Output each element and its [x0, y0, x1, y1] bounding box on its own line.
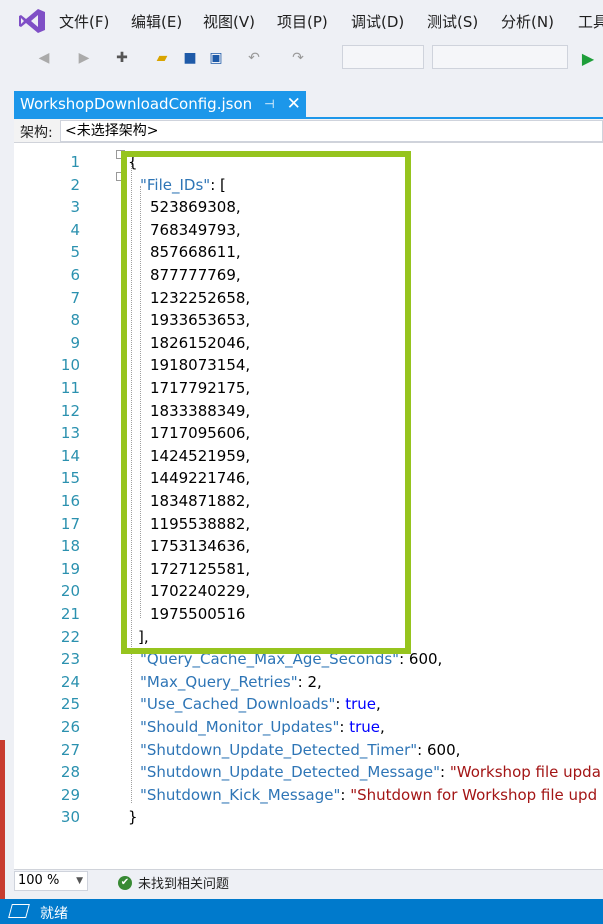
menu-tools[interactable]: 工具	[578, 11, 603, 32]
json-value: 2,	[307, 672, 322, 691]
line-number: 8	[70, 311, 80, 330]
platform-combo[interactable]	[432, 45, 568, 69]
property-line: "Use_Cached_Downloads": true,	[140, 695, 381, 713]
schema-combo[interactable]: <未选择架构>	[60, 120, 603, 142]
line-number: 29	[60, 785, 80, 804]
line-number: 21	[60, 605, 80, 623]
menu-view[interactable]: 视图(V)	[203, 11, 255, 32]
line-number: 15	[60, 469, 80, 488]
menu-test[interactable]: 测试(S)	[427, 11, 478, 32]
line-number: 20	[60, 582, 80, 601]
line-number: 13	[60, 424, 80, 443]
configuration-combo[interactable]	[342, 45, 424, 69]
zoom-combo[interactable]: 100 % ▼	[14, 871, 88, 891]
line-number: 23	[60, 650, 80, 669]
line-number: 12	[60, 401, 80, 420]
property-line: "Shutdown_Update_Detected_Timer": 600,	[140, 741, 460, 759]
line-number: 17	[60, 514, 80, 533]
json-key: "Shutdown_Kick_Message"	[140, 785, 341, 804]
status-text: 就绪	[40, 906, 68, 922]
json-punct: :	[297, 672, 308, 691]
line-number: 16	[60, 492, 80, 510]
close-icon[interactable]: ✕	[287, 94, 301, 114]
start-icon[interactable]: ▶	[578, 48, 598, 68]
json-value: 600,	[408, 650, 443, 669]
undo-icon[interactable]: ↶	[244, 48, 264, 68]
close-brace: }	[128, 808, 138, 827]
editor-status-strip	[14, 869, 603, 893]
json-key: "Max_Query_Retries"	[140, 672, 298, 691]
schema-label: 架构:	[20, 125, 53, 141]
save-icon[interactable]: ■	[180, 48, 200, 68]
json-punct: ,	[379, 718, 385, 736]
redo-icon[interactable]: ↷	[288, 48, 308, 68]
line-number: 18	[60, 537, 80, 556]
pin-icon[interactable]: ⊣	[264, 97, 274, 111]
json-key: "Use_Cached_Downloads"	[140, 695, 336, 714]
line-number: 26	[60, 718, 80, 736]
json-value: true	[349, 718, 380, 736]
highlight-box	[121, 151, 411, 654]
menu-edit[interactable]: 编辑(E)	[131, 11, 182, 32]
line-number: 1	[70, 153, 80, 171]
line-number: 2	[70, 175, 80, 194]
json-key: "Shutdown_Update_Detected_Timer"	[140, 740, 418, 759]
line-number: 7	[70, 288, 80, 307]
json-punct: ,	[376, 695, 381, 714]
menu-debug[interactable]: 调试(D)	[351, 11, 404, 32]
json-punct: :	[417, 740, 427, 759]
json-value: 600,	[426, 740, 461, 759]
line-number: 24	[60, 672, 80, 691]
visual-studio-logo-icon[interactable]	[18, 8, 46, 34]
property-line: "Shutdown_Kick_Message": "Shutdown for W…	[140, 786, 597, 804]
json-key: "Shutdown_Update_Detected_Message"	[140, 763, 441, 782]
json-value: "Workshop file upda	[449, 763, 601, 782]
open-folder-icon[interactable]: ▰	[152, 48, 172, 68]
json-punct: :	[440, 763, 450, 782]
json-punct: :	[340, 785, 351, 804]
line-number: 10	[60, 356, 80, 375]
line-number: 22	[60, 627, 80, 646]
chevron-down-icon[interactable]: ▼	[76, 872, 83, 890]
json-punct: :	[335, 695, 346, 714]
line-number: 6	[70, 266, 80, 284]
back-icon[interactable]: ◀	[34, 48, 54, 68]
menu-file[interactable]: 文件(F)	[59, 11, 109, 32]
line-number: 5	[70, 243, 80, 262]
line-number: 28	[60, 763, 80, 782]
menu-analyze[interactable]: 分析(N)	[501, 11, 554, 32]
line-number: 27	[60, 740, 80, 759]
line-number: 3	[70, 198, 80, 217]
issues-indicator[interactable]: ✔ 未找到相关问题	[118, 873, 229, 892]
forward-icon[interactable]: ▶	[74, 48, 94, 68]
issues-text: 未找到相关问题	[138, 877, 230, 892]
line-number: 19	[60, 559, 80, 578]
line-number: 9	[70, 333, 80, 352]
menu-project[interactable]: 项目(P)	[277, 11, 328, 32]
json-value: "Shutdown for Workshop file upd	[350, 785, 598, 804]
line-number: 25	[60, 695, 80, 714]
tab-workshop-download-config[interactable]: WorkshopDownloadConfig.json ⊣ ✕	[14, 91, 306, 117]
new-item-icon[interactable]: ✚	[112, 48, 132, 68]
property-line: "Should_Monitor_Updates": true,	[140, 718, 385, 736]
status-icon	[8, 904, 30, 918]
json-key: "Should_Monitor_Updates"	[140, 718, 340, 736]
left-accent	[0, 740, 5, 899]
line-number: 14	[60, 446, 80, 465]
check-circle-icon: ✔	[118, 875, 132, 890]
tab-title: WorkshopDownloadConfig.json	[20, 95, 253, 113]
zoom-value: 100 %	[18, 873, 60, 888]
line-number: 4	[70, 220, 80, 239]
json-value: true	[345, 695, 376, 714]
property-line: "Shutdown_Update_Detected_Message": "Wor…	[140, 763, 601, 781]
status-bar	[0, 899, 603, 924]
line-number: 11	[60, 379, 80, 397]
save-all-icon[interactable]: ▣	[206, 48, 226, 68]
property-line: "Max_Query_Retries": 2,	[140, 673, 322, 691]
json-punct: :	[339, 718, 350, 736]
line-number: 30	[60, 808, 80, 827]
